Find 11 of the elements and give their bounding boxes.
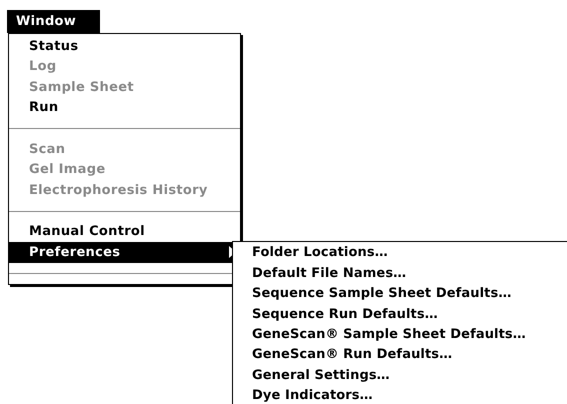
menu-item[interactable]: GeneScan® Sample Sheet Defaults… bbox=[233, 324, 567, 345]
menu-item[interactable]: Dye Indicators… bbox=[233, 386, 567, 404]
menu-item[interactable]: General Settings… bbox=[233, 365, 567, 386]
menu-item[interactable]: Default File Names… bbox=[233, 263, 567, 284]
menu-item[interactable]: Sequence Run Defaults… bbox=[233, 304, 567, 325]
menu-title[interactable]: Window bbox=[7, 10, 100, 33]
menu-item[interactable]: Manual Control bbox=[9, 222, 240, 242]
menu-item[interactable]: Run bbox=[9, 98, 240, 118]
menu-item[interactable]: Sequence Sample Sheet Defaults… bbox=[233, 284, 567, 304]
menu-item[interactable]: GeneScan® Run Defaults… bbox=[233, 344, 567, 366]
menu-item[interactable]: Status bbox=[9, 36, 240, 56]
